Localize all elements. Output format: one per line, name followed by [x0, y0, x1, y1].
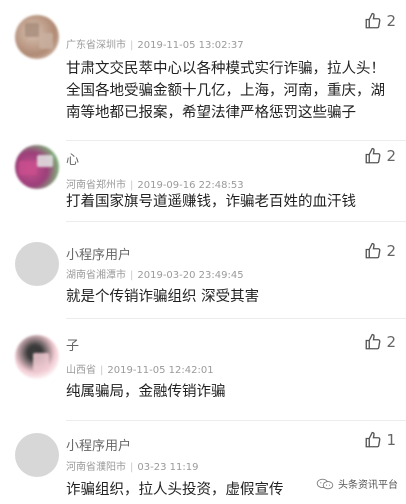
watermark-text: 头条资讯平台: [338, 480, 398, 491]
avatar[interactable]: [15, 242, 59, 286]
avatar[interactable]: [15, 335, 59, 379]
comment-location: 广东省深圳市: [66, 40, 126, 51]
like-count: 2: [386, 147, 396, 165]
comment-username[interactable]: 子: [66, 335, 79, 354]
comment-item: 广东省深圳市 | 2019-11-05 13:02:37 2 甘肃文交民萃中心以各种…: [0, 0, 406, 141]
thumbs-up-icon: [366, 12, 381, 29]
comment-text: 纯属骗局，金融传销诈骗: [66, 384, 226, 400]
comment-time: 2019-11-05 12:42:01: [107, 365, 214, 376]
comment-item: 子 山西省 | 2019-11-05 12:42:01 2 纯属骗局，金融传销诈骗: [0, 319, 406, 421]
comment-text: 就是个传销诈骗组织 深受其害: [66, 289, 260, 305]
avatar[interactable]: [15, 433, 59, 477]
thumbs-up-icon: [366, 431, 381, 448]
comment-text: 打着国家旗号道遥赚钱，诈骗老百姓的血汗钱: [66, 194, 356, 210]
comment-time: 2019-03-20 23:49:45: [137, 270, 244, 281]
comment-list: 广东省深圳市 | 2019-11-05 13:02:37 2 甘肃文交民萃中心以各种…: [0, 0, 406, 504]
comment-time: 03-23 11:19: [137, 462, 199, 473]
thumbs-up-icon: [366, 333, 381, 350]
avatar[interactable]: [15, 15, 59, 59]
like-count: 2: [386, 242, 396, 260]
like-button[interactable]: 2: [364, 12, 396, 30]
thumbs-up-icon: [366, 147, 381, 164]
comment-meta: 河南省濮阳市 | 03-23 11:19: [66, 462, 199, 473]
comment-time: 2019-09-16 22:48:53: [137, 180, 244, 191]
like-count: 2: [386, 333, 396, 351]
like-button[interactable]: 2: [364, 242, 396, 260]
comment-meta: 广东省深圳市 | 2019-11-05 13:02:37: [66, 40, 244, 51]
comment-location: 河南省郑州市: [66, 180, 126, 191]
thumbs-up-icon: [366, 242, 381, 259]
avatar[interactable]: [15, 145, 59, 189]
watermark: 头条资讯平台: [314, 475, 400, 492]
like-button[interactable]: 2: [364, 147, 396, 165]
comment-item: 小程序用户 湖南省湘潭市 | 2019-03-20 23:49:45 2 就是个传销…: [0, 222, 406, 319]
comment-username[interactable]: 小程序用户: [66, 435, 131, 454]
comment-location: 湖南省湘潭市: [66, 270, 126, 281]
like-button[interactable]: 2: [364, 333, 396, 351]
comment-username[interactable]: 小程序用户: [66, 244, 131, 263]
comment-meta: 山西省 | 2019-11-05 12:42:01: [66, 365, 214, 376]
like-count: 1: [386, 431, 396, 449]
like-button[interactable]: 1: [364, 431, 396, 449]
comment-username[interactable]: 心: [66, 149, 79, 168]
like-count: 2: [386, 12, 396, 30]
comment-meta: 河南省郑州市 | 2019-09-16 22:48:53: [66, 180, 244, 191]
comment-text: 甘肃文交民萃中心以各种模式实行诈骗，拉人头！全国各地受骗金额十几亿，上海，河南，…: [66, 61, 385, 121]
comment-time: 2019-11-05 13:02:37: [137, 40, 244, 51]
comment-item: 心 河南省郑州市 | 2019-09-16 22:48:53 2 打着国家旗号道遥赚…: [0, 141, 406, 222]
comment-location: 河南省濮阳市: [66, 462, 126, 473]
wechat-icon: [316, 478, 334, 489]
comment-meta: 湖南省湘潭市 | 2019-03-20 23:49:45: [66, 270, 244, 281]
comment-location: 山西省: [66, 365, 96, 376]
